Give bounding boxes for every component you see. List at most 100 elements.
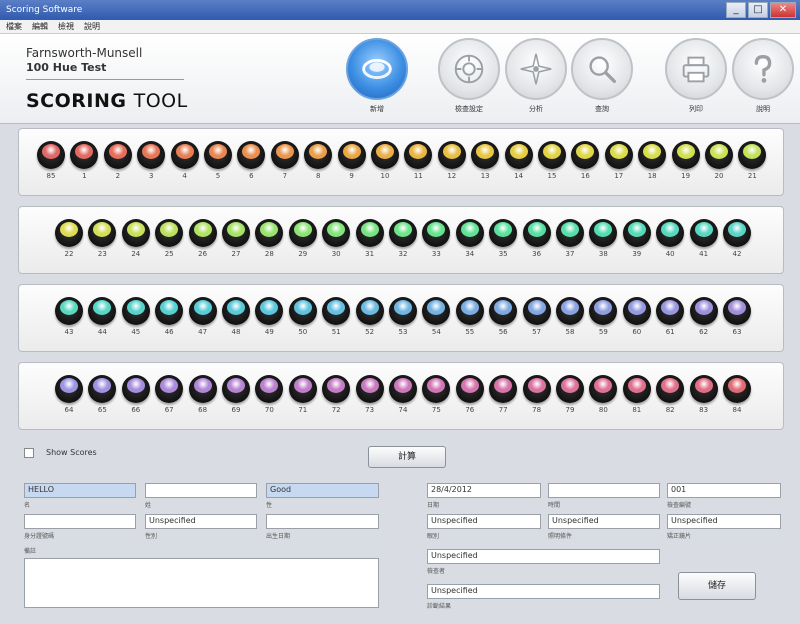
hue-cap-85[interactable] xyxy=(37,141,65,169)
hue-cap-61[interactable] xyxy=(656,297,685,325)
diagnosis-field[interactable]: Unspecified xyxy=(427,584,660,599)
hue-cap-56[interactable] xyxy=(489,297,518,325)
age-field[interactable] xyxy=(266,514,379,529)
hue-cap-20[interactable] xyxy=(705,141,733,169)
hue-cap-19[interactable] xyxy=(671,141,700,169)
eye-field[interactable]: Unspecified xyxy=(427,514,541,529)
hue-cap-25[interactable] xyxy=(155,219,184,247)
hue-cap-58[interactable] xyxy=(556,297,584,325)
minimize-button[interactable]: _ xyxy=(726,2,746,18)
save-button[interactable]: 儲存 xyxy=(678,572,756,600)
notes-textarea[interactable] xyxy=(24,558,379,608)
hue-cap-57[interactable] xyxy=(522,297,551,325)
id-field[interactable] xyxy=(24,514,136,529)
hue-cap-22[interactable] xyxy=(55,219,83,247)
menu-edit[interactable]: 編輯 xyxy=(32,21,48,32)
hue-cap-31[interactable] xyxy=(355,219,384,247)
hue-cap-30[interactable] xyxy=(322,219,351,247)
hue-cap-50[interactable] xyxy=(288,297,317,325)
date-field[interactable]: 28/4/2012 xyxy=(427,483,541,498)
menu-help[interactable]: 說明 xyxy=(84,21,100,32)
hue-cap-82[interactable] xyxy=(656,375,685,403)
hue-cap-74[interactable] xyxy=(389,375,417,403)
hue-cap-10[interactable] xyxy=(371,141,399,169)
hue-cap-36[interactable] xyxy=(522,219,551,247)
hue-cap-29[interactable] xyxy=(288,219,317,247)
hue-cap-59[interactable] xyxy=(589,297,618,325)
hue-cap-12[interactable] xyxy=(437,141,466,169)
hue-cap-23[interactable] xyxy=(88,219,117,247)
hue-cap-63[interactable] xyxy=(723,297,751,325)
hue-cap-84[interactable] xyxy=(723,375,751,403)
score-button[interactable]: 計算 xyxy=(368,446,446,468)
close-button[interactable]: ✕ xyxy=(770,2,796,18)
hue-cap-35[interactable] xyxy=(489,219,518,247)
examiner-field[interactable]: Unspecified xyxy=(427,549,660,564)
hue-cap-15[interactable] xyxy=(538,141,566,169)
hue-cap-47[interactable] xyxy=(188,297,217,325)
hue-cap-27[interactable] xyxy=(222,219,250,247)
sex-field[interactable]: Unspecified xyxy=(145,514,257,529)
hue-cap-54[interactable] xyxy=(422,297,451,325)
tool-print-button[interactable]: 列印 xyxy=(664,38,728,122)
hue-cap-44[interactable] xyxy=(88,297,117,325)
exam-number-field[interactable]: 001 xyxy=(667,483,781,498)
hue-cap-2[interactable] xyxy=(103,141,132,169)
hue-cap-18[interactable] xyxy=(638,141,667,169)
hue-cap-62[interactable] xyxy=(689,297,718,325)
time-field[interactable] xyxy=(548,483,660,498)
hue-cap-66[interactable] xyxy=(121,375,150,403)
show-scores-checkbox[interactable] xyxy=(24,448,34,458)
hue-cap-75[interactable] xyxy=(422,375,451,403)
lens-field[interactable]: Unspecified xyxy=(667,514,781,529)
hue-cap-48[interactable] xyxy=(222,297,250,325)
hue-cap-41[interactable] xyxy=(689,219,718,247)
hue-cap-28[interactable] xyxy=(255,219,284,247)
hue-cap-9[interactable] xyxy=(337,141,366,169)
hue-cap-16[interactable] xyxy=(571,141,600,169)
hue-cap-32[interactable] xyxy=(389,219,417,247)
hue-cap-26[interactable] xyxy=(188,219,217,247)
hue-cap-49[interactable] xyxy=(255,297,284,325)
menu-file[interactable]: 檔案 xyxy=(6,21,22,32)
hue-cap-67[interactable] xyxy=(155,375,184,403)
hue-cap-55[interactable] xyxy=(455,297,484,325)
hue-cap-4[interactable] xyxy=(170,141,199,169)
hue-cap-37[interactable] xyxy=(556,219,584,247)
hue-cap-65[interactable] xyxy=(88,375,117,403)
hue-cap-81[interactable] xyxy=(622,375,651,403)
hue-cap-72[interactable] xyxy=(322,375,351,403)
hue-cap-77[interactable] xyxy=(489,375,518,403)
hue-cap-51[interactable] xyxy=(322,297,351,325)
hue-cap-40[interactable] xyxy=(656,219,685,247)
hue-cap-34[interactable] xyxy=(455,219,484,247)
hue-cap-60[interactable] xyxy=(622,297,651,325)
name-field[interactable]: HELLO xyxy=(24,483,136,498)
hue-cap-6[interactable] xyxy=(237,141,266,169)
hue-cap-39[interactable] xyxy=(622,219,651,247)
hue-cap-24[interactable] xyxy=(121,219,150,247)
hue-cap-46[interactable] xyxy=(155,297,184,325)
tool-new-button[interactable]: 新增 xyxy=(345,38,409,122)
hue-cap-3[interactable] xyxy=(137,141,166,169)
maximize-button[interactable]: □ xyxy=(748,2,768,18)
menu-view[interactable]: 檢視 xyxy=(58,21,74,32)
hue-cap-17[interactable] xyxy=(604,141,633,169)
lighting-field[interactable]: Unspecified xyxy=(548,514,660,529)
hue-cap-11[interactable] xyxy=(404,141,433,169)
hue-cap-80[interactable] xyxy=(589,375,618,403)
hue-cap-38[interactable] xyxy=(589,219,618,247)
hue-cap-13[interactable] xyxy=(471,141,500,169)
tool-compass-button[interactable]: 分析 xyxy=(504,38,568,122)
middle-field[interactable] xyxy=(145,483,257,498)
hue-cap-71[interactable] xyxy=(288,375,317,403)
hue-cap-1[interactable] xyxy=(70,141,99,169)
hue-cap-69[interactable] xyxy=(222,375,250,403)
hue-cap-21[interactable] xyxy=(738,141,767,169)
hue-cap-42[interactable] xyxy=(723,219,751,247)
hue-cap-73[interactable] xyxy=(355,375,384,403)
hue-cap-76[interactable] xyxy=(455,375,484,403)
hue-cap-33[interactable] xyxy=(422,219,451,247)
hue-cap-8[interactable] xyxy=(304,141,333,169)
hue-cap-43[interactable] xyxy=(55,297,83,325)
